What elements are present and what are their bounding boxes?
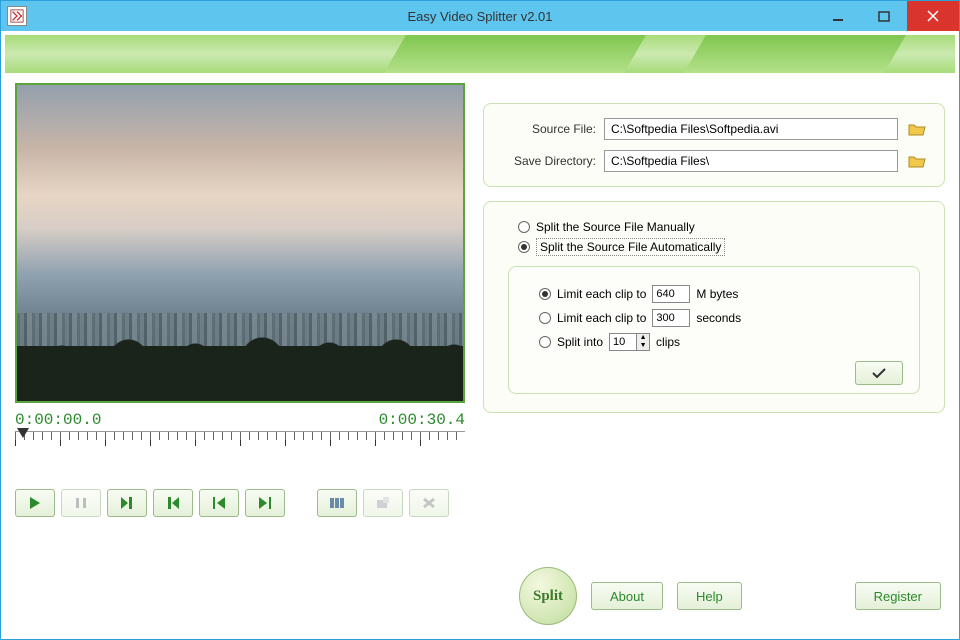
file-paths-group: Source File: Save Directory: bbox=[483, 103, 945, 187]
limit-size-input[interactable] bbox=[652, 285, 690, 303]
limit-seconds-input[interactable] bbox=[652, 309, 690, 327]
split-count-up[interactable]: ▲ bbox=[637, 334, 649, 342]
app-icon bbox=[7, 6, 27, 26]
split-count-down[interactable]: ▼ bbox=[637, 342, 649, 350]
timeline-start: 0:00:00.0 bbox=[15, 411, 101, 429]
confirm-auto-button[interactable] bbox=[855, 361, 903, 385]
limit-size-suffix: M bytes bbox=[696, 287, 738, 301]
titlebar: Easy Video Splitter v2.01 bbox=[1, 1, 959, 31]
browse-save-button[interactable] bbox=[906, 151, 928, 171]
radio-auto-label: Split the Source File Automatically bbox=[536, 238, 725, 256]
radio-split-count[interactable] bbox=[539, 336, 551, 348]
pause-button[interactable] bbox=[61, 489, 101, 517]
close-button[interactable] bbox=[907, 1, 959, 31]
mark-start-button[interactable] bbox=[317, 489, 357, 517]
step-back-button[interactable] bbox=[153, 489, 193, 517]
radio-limit-seconds[interactable] bbox=[539, 312, 551, 324]
save-dir-label: Save Directory: bbox=[500, 154, 596, 168]
timeline-end: 0:00:30.4 bbox=[379, 411, 465, 429]
mark-end-button[interactable] bbox=[363, 489, 403, 517]
decorative-band bbox=[5, 35, 955, 73]
prev-marker-button[interactable] bbox=[199, 489, 239, 517]
split-button[interactable]: Split bbox=[519, 567, 577, 625]
about-button[interactable]: About bbox=[591, 582, 663, 610]
limit-seconds-prefix: Limit each clip to bbox=[557, 311, 646, 325]
source-file-label: Source File: bbox=[500, 122, 596, 136]
split-count-suffix: clips bbox=[656, 335, 680, 349]
register-button[interactable]: Register bbox=[855, 582, 941, 610]
video-preview bbox=[15, 83, 465, 403]
next-marker-button[interactable] bbox=[245, 489, 285, 517]
radio-manual-label: Split the Source File Manually bbox=[536, 220, 695, 234]
save-dir-input[interactable] bbox=[604, 150, 898, 172]
source-file-input[interactable] bbox=[604, 118, 898, 140]
minimize-button[interactable] bbox=[815, 1, 861, 31]
help-button[interactable]: Help bbox=[677, 582, 742, 610]
browse-source-button[interactable] bbox=[906, 119, 928, 139]
timeline-marker[interactable] bbox=[17, 428, 29, 438]
timeline-ruler[interactable] bbox=[15, 431, 465, 455]
limit-size-prefix: Limit each clip to bbox=[557, 287, 646, 301]
split-count-prefix: Split into bbox=[557, 335, 603, 349]
play-button[interactable] bbox=[15, 489, 55, 517]
split-mode-group: Split the Source File Manually Split the… bbox=[483, 201, 945, 413]
radio-auto[interactable] bbox=[518, 241, 530, 253]
delete-marker-button[interactable] bbox=[409, 489, 449, 517]
limit-seconds-suffix: seconds bbox=[696, 311, 741, 325]
step-forward-button[interactable] bbox=[107, 489, 147, 517]
radio-manual[interactable] bbox=[518, 221, 530, 233]
radio-limit-size[interactable] bbox=[539, 288, 551, 300]
maximize-button[interactable] bbox=[861, 1, 907, 31]
split-count-input[interactable] bbox=[609, 333, 637, 351]
auto-options-group: Limit each clip to M bytes Limit each cl… bbox=[508, 266, 920, 394]
